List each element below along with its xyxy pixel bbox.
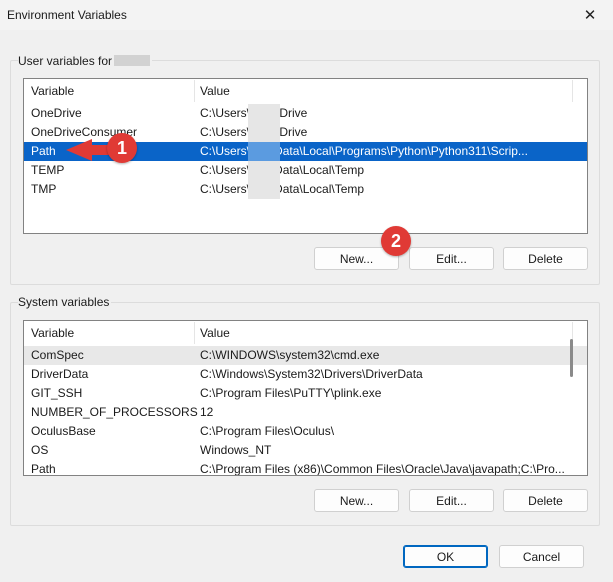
annotation-badge-1: 1: [107, 133, 137, 163]
list-item[interactable]: ComSpec C:\WINDOWS\system32\cmd.exe: [24, 346, 587, 365]
list-item[interactable]: DriverData C:\Windows\System32\Drivers\D…: [24, 365, 587, 384]
list-item[interactable]: GIT_SSH C:\Program Files\PuTTY\plink.exe: [24, 384, 587, 403]
title-bar: Environment Variables ✕: [0, 0, 613, 30]
system-delete-button[interactable]: Delete: [503, 489, 588, 512]
user-edit-button[interactable]: Edit...: [409, 247, 494, 270]
cancel-button[interactable]: Cancel: [499, 545, 584, 568]
annotation-badge-2: 2: [381, 226, 411, 256]
list-item[interactable]: OS Windows_NT: [24, 441, 587, 460]
system-variables-list[interactable]: Variable Value ComSpec C:\WINDOWS\system…: [23, 320, 588, 476]
list-item[interactable]: OneDrive C:\Users\ \OneDrive: [24, 104, 587, 123]
column-header-value[interactable]: Value: [200, 84, 230, 98]
column-header-variable[interactable]: Variable: [31, 326, 74, 340]
system-variables-label: System variables: [18, 295, 112, 309]
list-item[interactable]: NUMBER_OF_PROCESSORS 12: [24, 403, 587, 422]
ok-button[interactable]: OK: [403, 545, 488, 568]
close-icon[interactable]: ✕: [567, 0, 613, 30]
window-title: Environment Variables: [7, 8, 127, 22]
redacted-username-overlay: [248, 104, 280, 199]
column-header-value[interactable]: Value: [200, 326, 230, 340]
vertical-scrollbar[interactable]: [570, 339, 573, 377]
list-item[interactable]: Path C:\Program Files (x86)\Common Files…: [24, 460, 587, 475]
list-header: Variable Value: [24, 321, 587, 345]
list-item[interactable]: TMP C:\Users\ AppData\Local\Temp: [24, 180, 587, 199]
system-edit-button[interactable]: Edit...: [409, 489, 494, 512]
list-header: Variable Value: [24, 79, 587, 103]
redacted-username: [114, 55, 151, 66]
column-header-variable[interactable]: Variable: [31, 84, 74, 98]
system-new-button[interactable]: New...: [314, 489, 399, 512]
user-variables-label: User variables for: [18, 54, 153, 68]
list-item[interactable]: OculusBase C:\Program Files\Oculus\: [24, 422, 587, 441]
user-delete-button[interactable]: Delete: [503, 247, 588, 270]
